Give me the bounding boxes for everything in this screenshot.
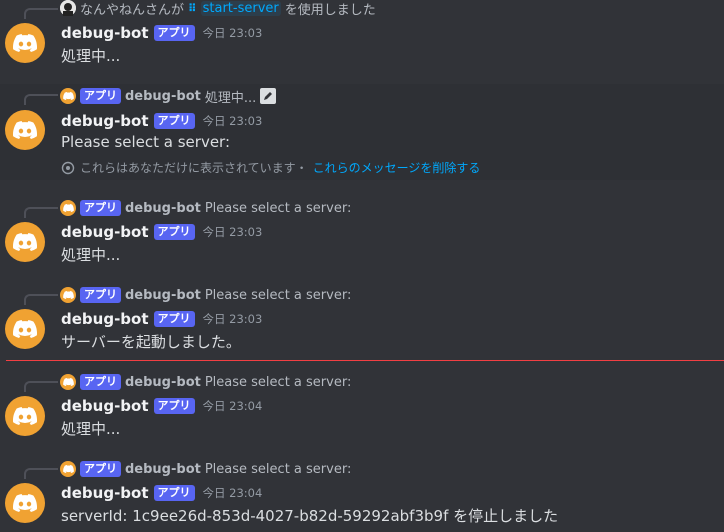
message-content: 処理中... bbox=[61, 246, 121, 264]
discord-logo-icon bbox=[13, 121, 37, 139]
message: アプリ debug-bot Please select a server: de… bbox=[0, 459, 724, 532]
bot-avatar[interactable] bbox=[5, 396, 45, 436]
app-badge: アプリ bbox=[153, 311, 195, 327]
slash-command-icon: ⠿ bbox=[188, 1, 197, 15]
reply-author[interactable]: debug-bot bbox=[125, 201, 201, 216]
message-content: serverId: 1c9ee26d-853d-4027-b82d-59292a… bbox=[61, 507, 559, 525]
username[interactable]: debug-bot bbox=[61, 484, 149, 502]
timestamp[interactable]: 今日 23:04 bbox=[203, 398, 263, 414]
app-badge: アプリ bbox=[153, 25, 195, 41]
username[interactable]: debug-bot bbox=[61, 397, 149, 415]
discord-logo-icon bbox=[13, 407, 37, 425]
reply-line[interactable]: アプリ debug-bot Please select a server: bbox=[60, 286, 351, 304]
app-badge: アプリ bbox=[80, 88, 121, 104]
app-badge: アプリ bbox=[153, 224, 195, 240]
command-reply-line[interactable]: なんやねんさんが ⠿ start-server を使用しました bbox=[60, 0, 376, 18]
bot-avatar[interactable] bbox=[5, 222, 45, 262]
ephemeral-text: これらはあなただけに表示されています・ bbox=[80, 161, 308, 175]
username[interactable]: debug-bot bbox=[61, 310, 149, 328]
ephemeral-notice: これらはあなただけに表示されています・ これらのメッセージを削除する bbox=[61, 159, 480, 176]
dismiss-messages-link[interactable]: これらのメッセージを削除する bbox=[313, 159, 481, 176]
new-messages-divider bbox=[6, 360, 724, 361]
timestamp[interactable]: 今日 23:03 bbox=[203, 224, 263, 240]
message: アプリ debug-bot 処理中... debug-bot アプリ 今日 23… bbox=[0, 84, 724, 180]
message-content: サーバーを起動しました。 bbox=[61, 333, 241, 351]
reply-preview[interactable]: Please select a server: bbox=[205, 201, 351, 216]
discord-logo-icon bbox=[13, 34, 37, 52]
bot-mini-avatar[interactable] bbox=[60, 200, 76, 216]
reply-author[interactable]: debug-bot bbox=[125, 462, 201, 477]
reply-line[interactable]: アプリ debug-bot Please select a server: bbox=[60, 460, 351, 478]
reply-author[interactable]: debug-bot bbox=[125, 89, 201, 104]
bot-mini-avatar[interactable] bbox=[60, 374, 76, 390]
app-badge: アプリ bbox=[153, 398, 195, 414]
command-name[interactable]: start-server bbox=[200, 0, 281, 16]
reply-line[interactable]: アプリ debug-bot 処理中... bbox=[60, 87, 277, 106]
bot-avatar[interactable] bbox=[5, 483, 45, 523]
app-badge: アプリ bbox=[80, 461, 121, 477]
message: アプリ debug-bot Please select a server: de… bbox=[0, 285, 724, 355]
app-badge: アプリ bbox=[80, 200, 121, 216]
timestamp[interactable]: 今日 23:03 bbox=[203, 311, 263, 327]
message-content: Please select a server: bbox=[61, 133, 231, 151]
bot-avatar[interactable] bbox=[5, 110, 45, 150]
username[interactable]: debug-bot bbox=[61, 112, 149, 130]
bot-mini-avatar[interactable] bbox=[60, 461, 76, 477]
message: なんやねんさんが ⠿ start-server を使用しました debug-bo… bbox=[0, 0, 724, 78]
reply-line[interactable]: アプリ debug-bot Please select a server: bbox=[60, 199, 351, 217]
message: アプリ debug-bot Please select a server: de… bbox=[0, 198, 724, 268]
bot-avatar[interactable] bbox=[5, 309, 45, 349]
reply-preview[interactable]: Please select a server: bbox=[205, 375, 351, 390]
chat-messages: なんやねんさんが ⠿ start-server を使用しました debug-bo… bbox=[0, 0, 724, 532]
message: アプリ debug-bot Please select a server: de… bbox=[0, 372, 724, 442]
bot-mini-avatar[interactable] bbox=[60, 88, 76, 104]
reply-author[interactable]: debug-bot bbox=[125, 288, 201, 303]
discord-logo-icon bbox=[13, 320, 37, 338]
reply-line[interactable]: アプリ debug-bot Please select a server: bbox=[60, 373, 351, 391]
app-badge: アプリ bbox=[80, 374, 121, 390]
discord-logo-icon bbox=[13, 494, 37, 512]
bot-mini-avatar[interactable] bbox=[60, 287, 76, 303]
bot-avatar[interactable] bbox=[5, 23, 45, 63]
message-content: 処理中... bbox=[61, 420, 121, 438]
timestamp[interactable]: 今日 23:04 bbox=[203, 485, 263, 501]
username[interactable]: debug-bot bbox=[61, 24, 149, 42]
command-user[interactable]: なんやねんさんが bbox=[80, 0, 184, 18]
discord-logo-icon bbox=[13, 233, 37, 251]
reply-preview[interactable]: 処理中... bbox=[205, 87, 256, 106]
app-badge: アプリ bbox=[153, 485, 195, 501]
reply-preview[interactable]: Please select a server: bbox=[205, 288, 351, 303]
username[interactable]: debug-bot bbox=[61, 223, 149, 241]
timestamp[interactable]: 今日 23:03 bbox=[203, 25, 263, 41]
reply-author[interactable]: debug-bot bbox=[125, 375, 201, 390]
message-content: 処理中... bbox=[61, 47, 121, 65]
eye-icon bbox=[61, 161, 75, 174]
app-badge: アプリ bbox=[80, 287, 121, 303]
pencil-icon bbox=[260, 88, 277, 104]
reply-preview[interactable]: Please select a server: bbox=[205, 462, 351, 477]
user-avatar-icon[interactable] bbox=[60, 0, 76, 16]
command-suffix: を使用しました bbox=[284, 2, 376, 18]
timestamp[interactable]: 今日 23:03 bbox=[203, 113, 263, 129]
app-badge: アプリ bbox=[153, 113, 195, 129]
